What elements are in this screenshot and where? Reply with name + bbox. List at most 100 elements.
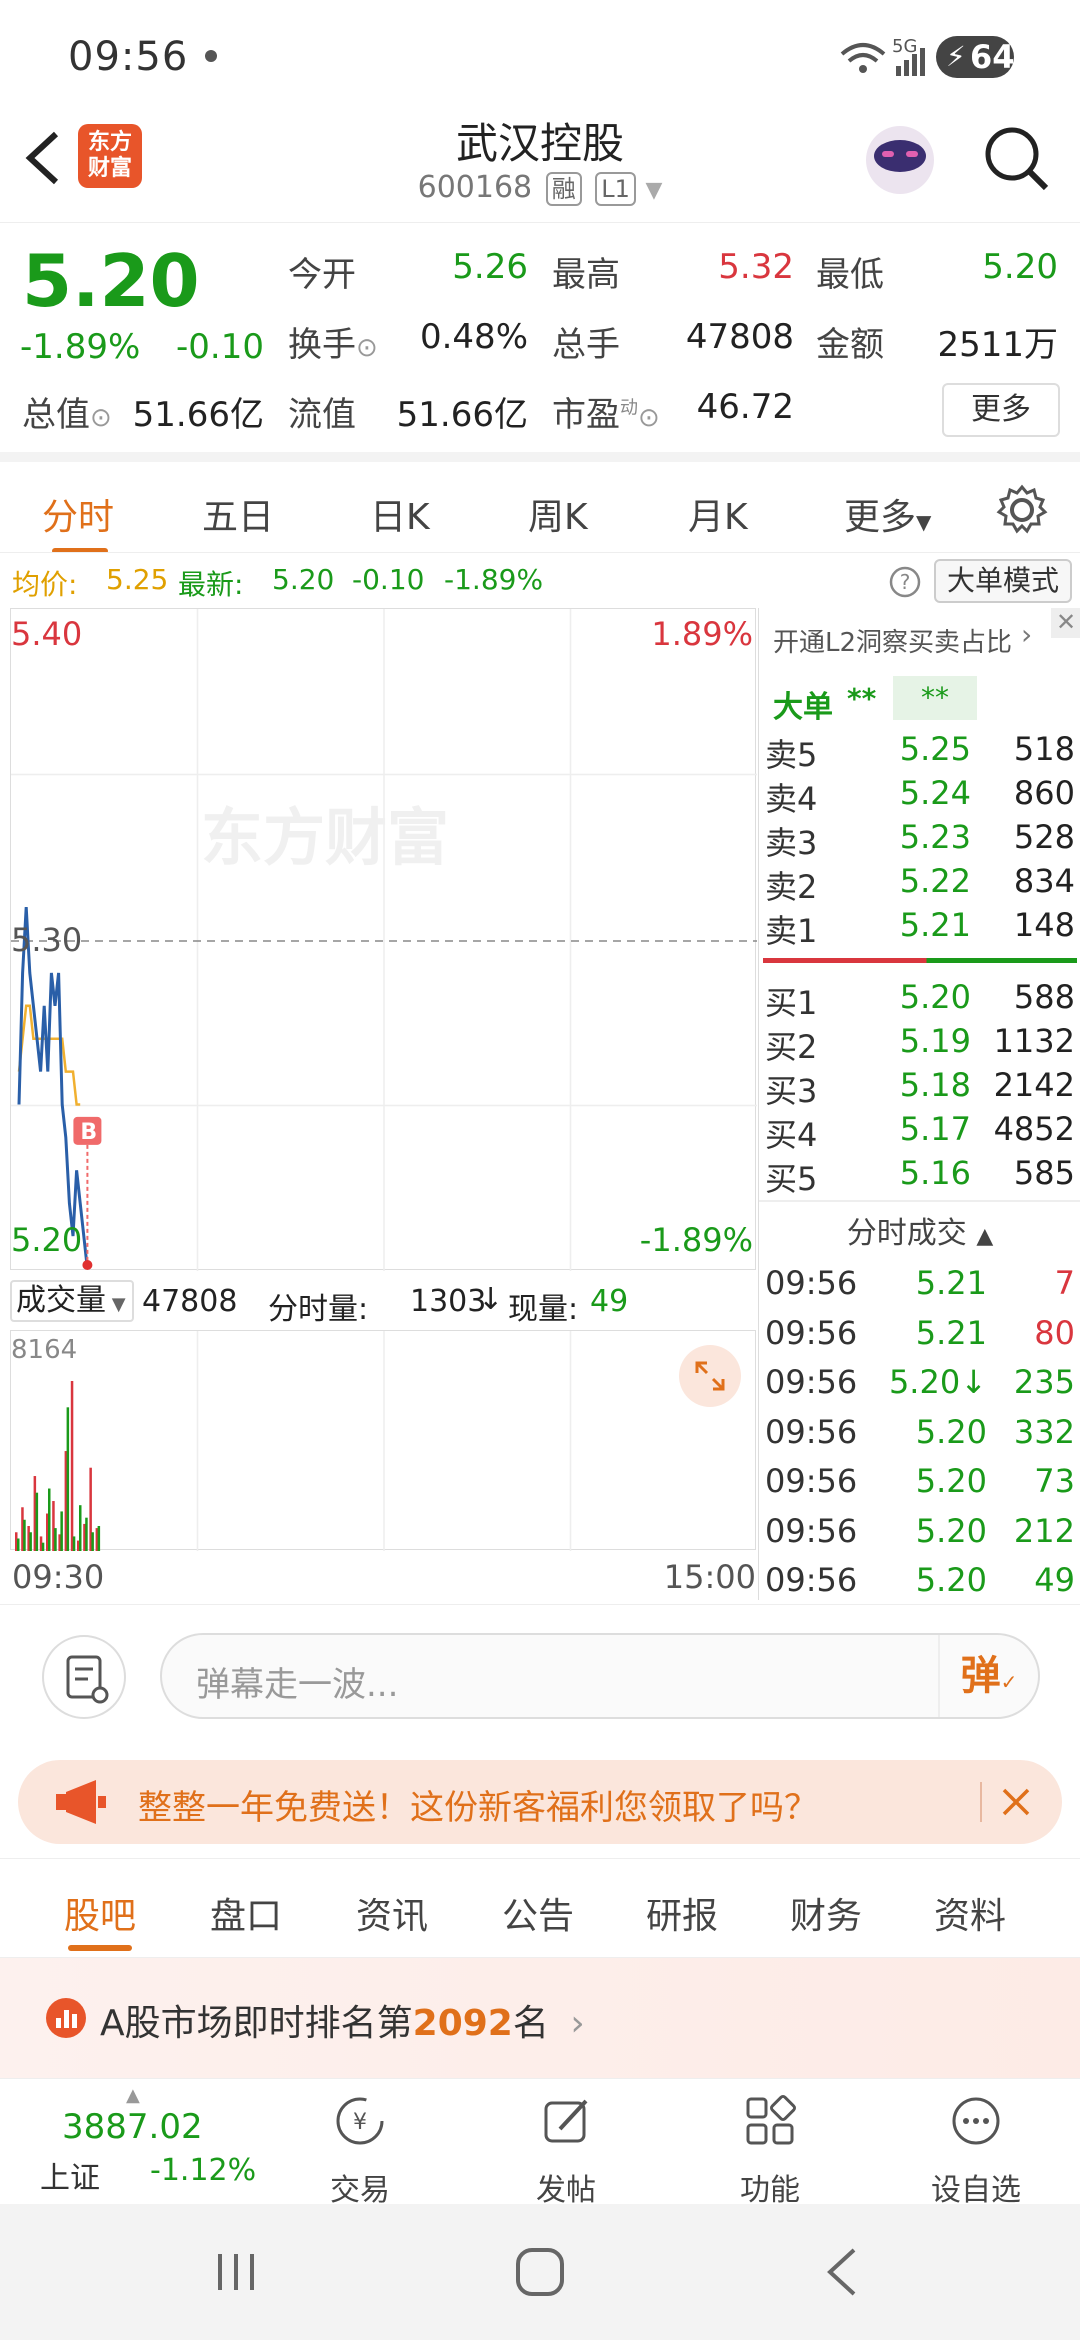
tab-research[interactable]: 研报 (646, 1887, 718, 1939)
intraday-chart[interactable]: 东方财富 B 5.40 5.30 5.20 1.89% -1.89% (10, 608, 757, 1271)
volume-value: 47808 (685, 317, 794, 357)
ask-row[interactable]: 卖4 5.24 860 (759, 774, 1080, 818)
pe-label[interactable]: 市盈动⊙ (552, 387, 660, 436)
order-book-panel: 开通L2洞察买卖占比 › ✕ 大单 ** ** 卖5 5.25 518 卖4 5.… (758, 608, 1080, 1600)
big-order-sell: ** (893, 676, 977, 720)
ask-price: 5.23 (899, 818, 971, 856)
status-bar: 09:56 5G ⚡ 64 (0, 0, 1080, 110)
trade-volume: 80 (1034, 1313, 1075, 1352)
ask-volume: 860 (1013, 774, 1075, 812)
tab-profile[interactable]: 资料 (934, 1887, 1006, 1939)
comment-settings-button[interactable] (42, 1635, 126, 1719)
big-order-mode-button[interactable]: 大单模式 (934, 559, 1072, 603)
danmu-input[interactable]: 弹幕走一波... 弹✓ (160, 1633, 1040, 1719)
danmu-toggle-button[interactable]: 弹✓ (938, 1635, 1038, 1717)
latest-change: -0.10 (352, 563, 425, 596)
low-value: 5.20 (982, 247, 1058, 287)
more-dots-icon (952, 2097, 1000, 2145)
help-icon[interactable]: ? (888, 565, 922, 599)
settings-gear-icon[interactable] (996, 484, 1048, 536)
mcap-label[interactable]: 总值⊙ (22, 387, 112, 436)
tab-day-k[interactable]: 日K (370, 488, 430, 540)
bid-price: 5.20 (899, 978, 971, 1016)
nav-trade-label: 交易 (330, 2173, 390, 2208)
status-time: 09:56 (68, 34, 189, 80)
high-value: 5.32 (718, 247, 794, 287)
big-order-buy: ** (847, 682, 877, 715)
search-icon[interactable] (982, 124, 1052, 194)
volume-type-dropdown[interactable]: 成交量 ▼ (10, 1280, 134, 1322)
volume-bar (54, 1528, 57, 1551)
index-ticker[interactable]: ▲ 3887.02 上证 -1.12% (26, 2085, 256, 2196)
tab-5day[interactable]: 五日 (202, 488, 274, 540)
l2-banner[interactable]: 开通L2洞察买卖占比 › (759, 608, 1080, 668)
volume-max-label: 8164 (11, 1335, 78, 1365)
back-nav-icon[interactable] (822, 2246, 862, 2298)
divider (759, 1200, 1080, 1202)
close-banner-icon[interactable]: ✕ (1051, 608, 1080, 638)
high-label: 最高 (552, 255, 620, 295)
charging-icon: ⚡ (946, 40, 966, 73)
avg-price-label: 均价: (12, 568, 78, 601)
trades-header[interactable]: 分时成交 ▲ (759, 1208, 1080, 1252)
megaphone-icon (56, 1780, 106, 1824)
ask-row[interactable]: 卖3 5.23 528 (759, 818, 1080, 862)
tab-month-k[interactable]: 月K (688, 488, 748, 540)
home-icon[interactable] (514, 2246, 566, 2298)
bid-row[interactable]: 买1 5.20 588 (759, 978, 1080, 1022)
ask-row[interactable]: 卖1 5.21 148 (759, 906, 1080, 950)
current-price: 5.20 (22, 239, 200, 323)
recent-apps-icon[interactable] (212, 2248, 262, 2296)
stock-header: 东方 财富 武汉控股 600168 融 L1 ▼ (0, 110, 1080, 220)
volume-label: 总手 (552, 325, 620, 365)
bid-row[interactable]: 买2 5.19 1132 (759, 1022, 1080, 1066)
bid-volume: 1132 (993, 1022, 1075, 1060)
robot-assistant-icon[interactable] (860, 118, 940, 202)
ask-price: 5.25 (899, 730, 971, 768)
close-promo-icon[interactable] (998, 1784, 1034, 1820)
tab-news[interactable]: 资讯 (356, 1887, 428, 1939)
bid-volume: 4852 (993, 1110, 1075, 1148)
dropdown-triangle-icon: ▼ (645, 178, 663, 203)
avg-price-value: 5.25 (106, 563, 169, 596)
quote-panel: 5.20 -1.89% -0.10 今开 5.26 最高 5.32 最低 5.2… (0, 222, 1080, 452)
trades-label: 分时成交 (846, 1216, 967, 1251)
volume-chart[interactable]: 8164 (10, 1330, 756, 1551)
buy-marker[interactable]: B (73, 1116, 102, 1145)
ask-row[interactable]: 卖2 5.22 834 (759, 862, 1080, 906)
index-value: 3887.02 (62, 2107, 203, 2147)
comment-settings-icon (66, 1655, 109, 1704)
expand-chart-button[interactable] (679, 1345, 741, 1407)
bid-row[interactable]: 买4 5.17 4852 (759, 1110, 1080, 1154)
promo-banner[interactable]: 整整一年免费送！这份新客福利您领取了吗？ (18, 1760, 1062, 1844)
tab-week-k[interactable]: 周K (528, 488, 588, 540)
tab-guba[interactable]: 股吧 (64, 1887, 136, 1939)
tab-fenshi[interactable]: 分时 (42, 488, 114, 540)
rank-banner[interactable]: A股市场即时排名第2092名 › (0, 1958, 1080, 2078)
price-line (17, 907, 89, 1270)
bid-row[interactable]: 买5 5.16 585 (759, 1154, 1080, 1198)
trade-price: 5.20 (915, 1462, 987, 1500)
trade-time: 09:56 (765, 1462, 858, 1500)
more-button[interactable]: 更多 (942, 383, 1060, 437)
tab-finance[interactable]: 财务 (790, 1887, 862, 1939)
trade-time: 09:56 (765, 1363, 858, 1401)
time-axis-start: 09:30 (12, 1558, 105, 1596)
down-arrow-icon: ↓ (478, 1282, 504, 1317)
l2-banner-text: 开通L2洞察买卖占比 (773, 628, 1013, 658)
bid-row[interactable]: 买3 5.18 2142 (759, 1066, 1080, 1110)
fenshi-volume-value: 1303 (410, 1284, 487, 1319)
turnover-label[interactable]: 换手⊙ (288, 317, 378, 366)
more-info-icon: ⊙ (356, 333, 378, 363)
trade-price: 5.20 (915, 1561, 987, 1599)
tab-announcements[interactable]: 公告 (502, 1887, 574, 1939)
tab-more[interactable]: 更多▼ (844, 488, 931, 540)
rank-number: 2092 (412, 2003, 513, 2044)
bid-price: 5.16 (899, 1154, 971, 1192)
volume-bar (91, 1532, 94, 1551)
expand-icon (695, 1361, 725, 1391)
tab-more-label: 更多 (844, 497, 917, 538)
tab-pankou[interactable]: 盘口 (210, 1887, 282, 1939)
comment-bar: 弹幕走一波... 弹✓ (0, 1604, 1080, 1754)
ask-row[interactable]: 卖5 5.25 518 (759, 730, 1080, 774)
